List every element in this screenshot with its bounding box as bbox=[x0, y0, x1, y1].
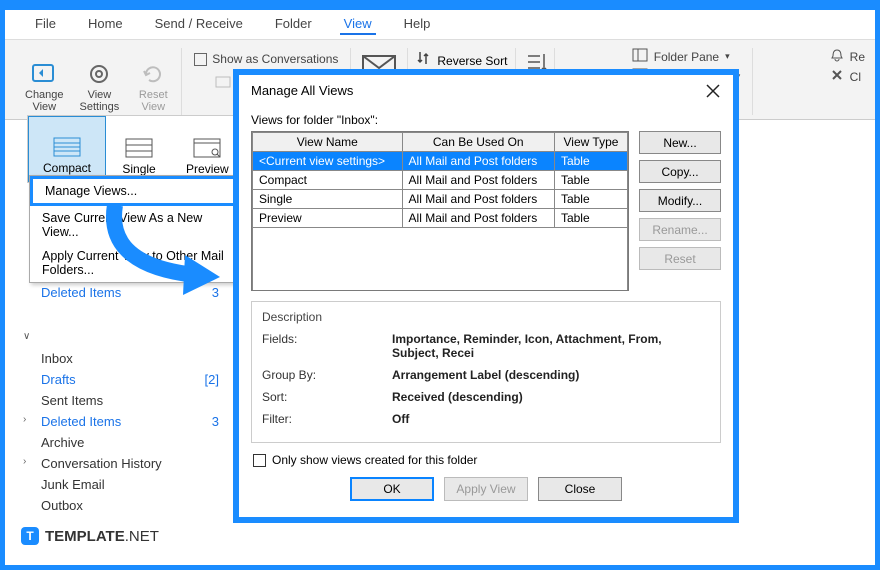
only-show-checkbox[interactable]: Only show views created for this folder bbox=[253, 453, 719, 467]
description-title: Description bbox=[262, 310, 710, 324]
table-row[interactable]: <Current view settings>All Mail and Post… bbox=[253, 152, 628, 171]
reminders-button[interactable]: Re bbox=[830, 48, 865, 65]
modify-button[interactable]: Modify... bbox=[639, 189, 721, 212]
copy-button[interactable]: Copy... bbox=[639, 160, 721, 183]
apply-view-button: Apply View bbox=[444, 477, 528, 501]
menu-help[interactable]: Help bbox=[400, 14, 435, 35]
template-logo-icon: T bbox=[21, 527, 39, 545]
menu-send-receive[interactable]: Send / Receive bbox=[151, 14, 247, 35]
views-table[interactable]: View NameCan Be Used OnView Type <Curren… bbox=[251, 131, 629, 291]
sidebar-sent[interactable]: Sent Items bbox=[15, 390, 231, 411]
ok-button[interactable]: OK bbox=[350, 477, 434, 501]
change-view-button[interactable]: Change View bbox=[17, 44, 72, 119]
menu-file[interactable]: File bbox=[31, 14, 60, 35]
bell-icon bbox=[830, 48, 844, 65]
conversation-icon bbox=[215, 74, 233, 92]
checkbox-icon bbox=[194, 53, 207, 66]
apply-view-menu-item[interactable]: Apply Current View to Other Mail Folders… bbox=[30, 244, 242, 282]
new-button[interactable]: New... bbox=[639, 131, 721, 154]
sidebar-deleted[interactable]: Deleted Items3 bbox=[15, 282, 231, 303]
sidebar-conversation-history[interactable]: ›Conversation History bbox=[15, 453, 231, 474]
menubar: File Home Send / Receive Folder View Hel… bbox=[5, 10, 875, 40]
show-as-conversations-checkbox[interactable]: Show as Conversations bbox=[192, 50, 340, 68]
sort-icon bbox=[416, 50, 432, 71]
sidebar-archive[interactable]: Archive bbox=[15, 432, 231, 453]
close-button[interactable]: Close bbox=[538, 477, 622, 501]
sidebar-account-toggle[interactable]: ∨ bbox=[15, 321, 231, 348]
compact-view-icon bbox=[53, 137, 81, 157]
description-panel: Description Fields:Importance, Reminder,… bbox=[251, 301, 721, 443]
folder-sidebar: Drafts[2] Deleted Items3 ∨ Inbox Drafts[… bbox=[15, 261, 231, 516]
dialog-title: Manage All Views bbox=[251, 83, 353, 99]
dialog-close-button[interactable] bbox=[705, 83, 721, 99]
menu-view[interactable]: View bbox=[340, 14, 376, 35]
menu-home[interactable]: Home bbox=[84, 14, 127, 35]
manage-views-menu-item[interactable]: Manage Views... bbox=[30, 176, 242, 206]
col-view-type[interactable]: View Type bbox=[554, 133, 627, 152]
sidebar-outbox[interactable]: Outbox bbox=[15, 495, 231, 516]
table-row[interactable]: CompactAll Mail and Post foldersTable bbox=[253, 171, 628, 190]
view-compact[interactable]: Compact bbox=[28, 116, 106, 182]
sidebar-drafts2[interactable]: Drafts[2] bbox=[15, 369, 231, 390]
sidebar-deleted2[interactable]: ›Deleted Items3 bbox=[15, 411, 231, 432]
views-for-label: Views for folder "Inbox": bbox=[251, 113, 721, 127]
change-view-icon bbox=[31, 61, 57, 87]
folder-pane-icon bbox=[632, 48, 648, 65]
reset-view-button[interactable]: Reset View bbox=[127, 44, 179, 119]
manage-views-dialog: Manage All Views Views for folder "Inbox… bbox=[233, 69, 739, 523]
change-view-menu: Manage Views... Save Current View As a N… bbox=[29, 175, 243, 283]
sidebar-junk[interactable]: Junk Email bbox=[15, 474, 231, 495]
close-icon bbox=[830, 68, 844, 85]
reset-icon bbox=[140, 61, 166, 87]
close-all-button[interactable]: Cl bbox=[830, 68, 865, 85]
save-view-menu-item[interactable]: Save Current View As a New View... bbox=[30, 206, 242, 244]
sidebar-inbox[interactable]: Inbox bbox=[15, 348, 231, 369]
view-single[interactable]: Single bbox=[106, 116, 172, 182]
reset-button: Reset bbox=[639, 247, 721, 270]
table-row[interactable]: PreviewAll Mail and Post foldersTable bbox=[253, 209, 628, 228]
menu-folder[interactable]: Folder bbox=[271, 14, 316, 35]
preview-view-icon bbox=[193, 138, 221, 158]
col-used-on[interactable]: Can Be Used On bbox=[402, 133, 554, 152]
rename-button: Rename... bbox=[639, 218, 721, 241]
checkbox-icon bbox=[253, 454, 266, 467]
col-view-name[interactable]: View Name bbox=[253, 133, 403, 152]
table-row[interactable]: SingleAll Mail and Post foldersTable bbox=[253, 190, 628, 209]
view-settings-button[interactable]: View Settings bbox=[72, 44, 128, 119]
gear-icon bbox=[86, 61, 112, 87]
single-view-icon bbox=[125, 138, 153, 158]
folder-pane-button[interactable]: Folder Pane▾ bbox=[632, 48, 741, 65]
watermark: T TEMPLATE.NET bbox=[21, 527, 159, 545]
reverse-sort-button[interactable]: Reverse Sort bbox=[416, 50, 507, 71]
